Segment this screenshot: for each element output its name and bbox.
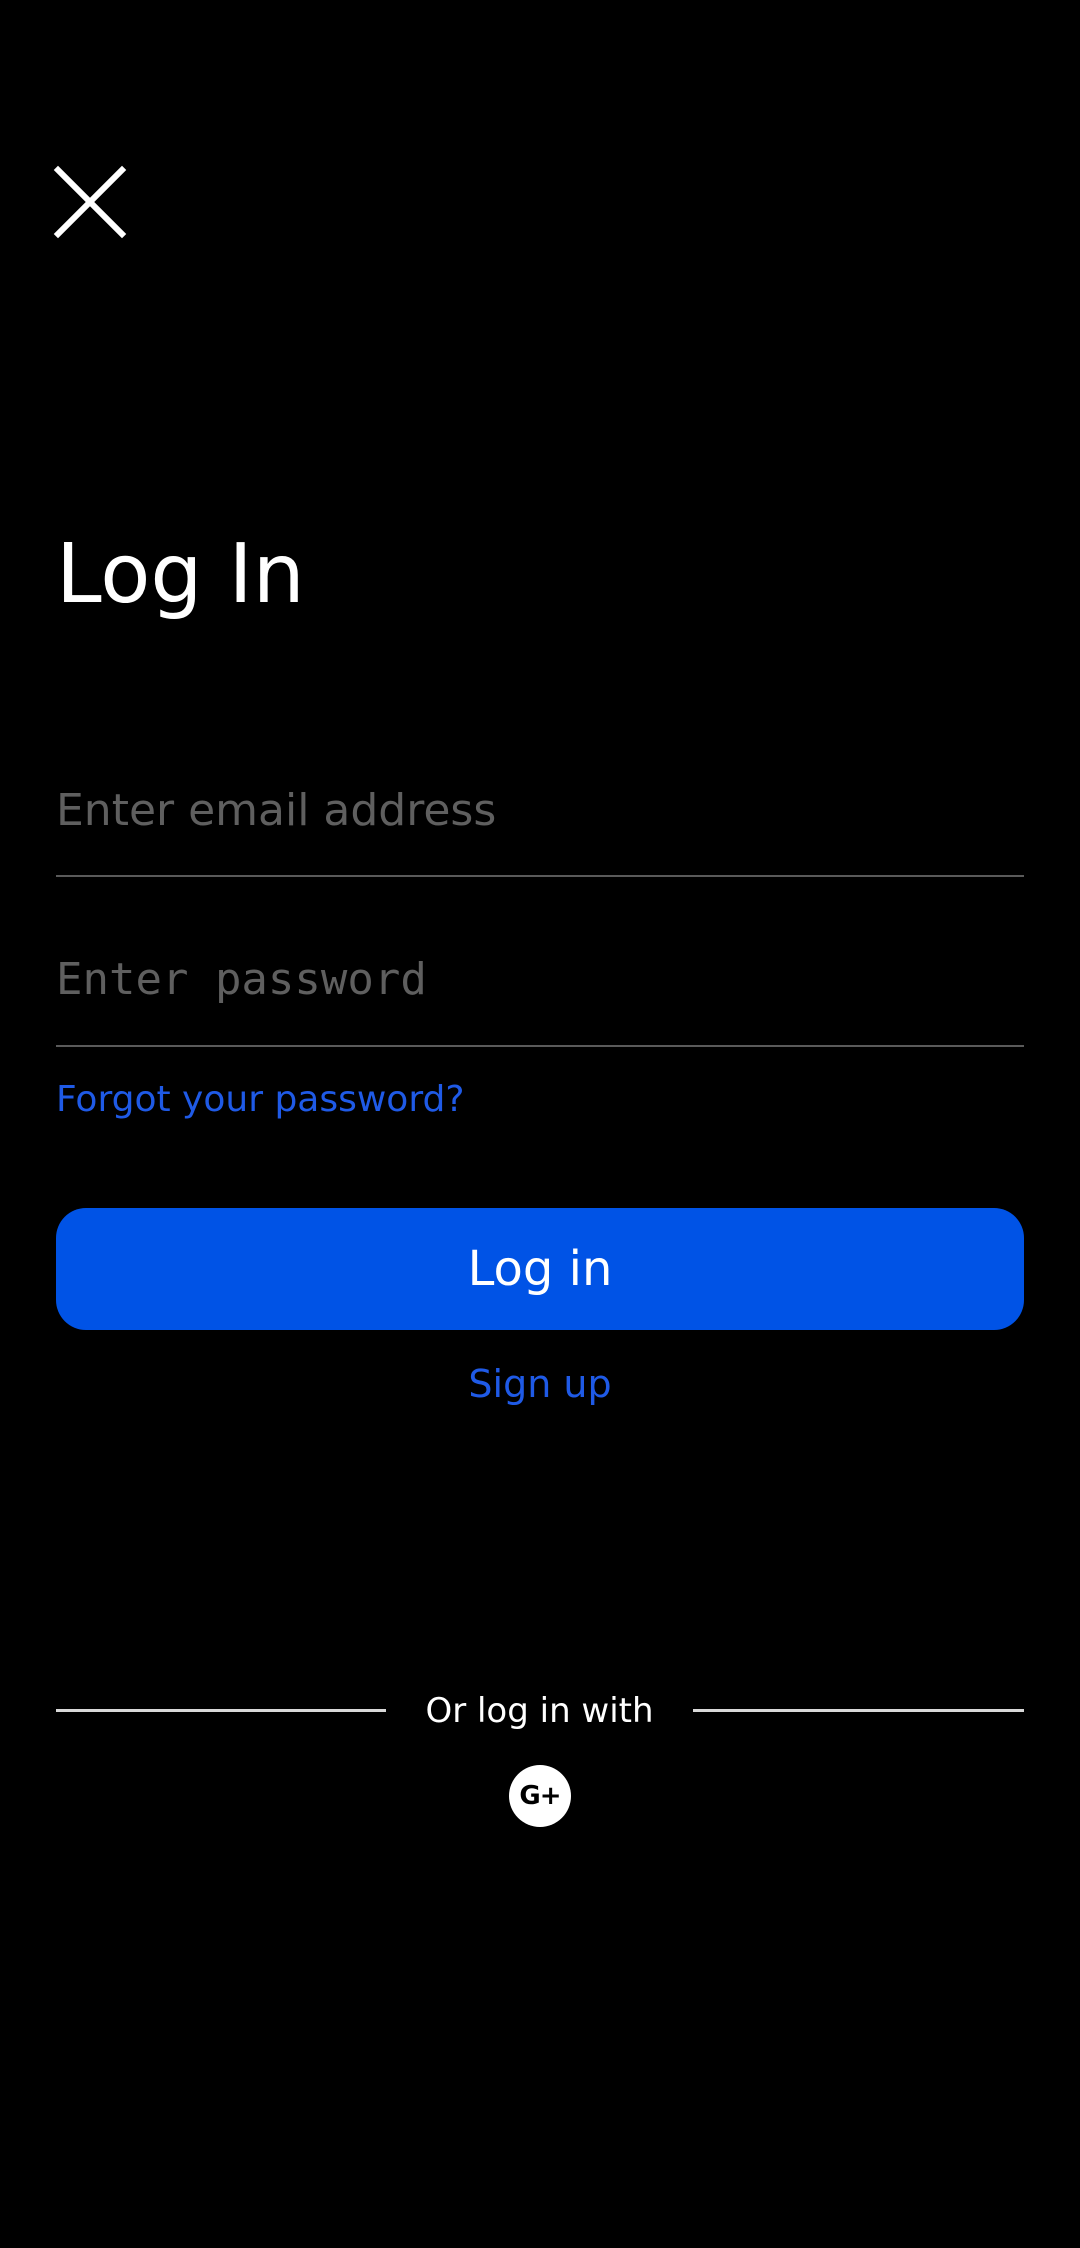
close-icon — [53, 165, 127, 239]
divider-left — [56, 1709, 386, 1712]
or-login-with-text: Or log in with — [425, 1691, 654, 1731]
google-plus-icon: G+ — [519, 1781, 561, 1811]
page-title: Log In — [56, 527, 305, 622]
google-login-button[interactable]: G+ — [509, 1765, 571, 1827]
email-field[interactable] — [56, 745, 1024, 877]
close-button[interactable] — [48, 160, 132, 244]
divider-right — [693, 1709, 1024, 1712]
signup-link[interactable]: Sign up — [0, 1358, 1080, 1410]
login-button[interactable]: Log in — [56, 1208, 1024, 1330]
password-field[interactable] — [56, 913, 1024, 1047]
forgot-password-link[interactable]: Forgot your password? — [56, 1076, 464, 1124]
